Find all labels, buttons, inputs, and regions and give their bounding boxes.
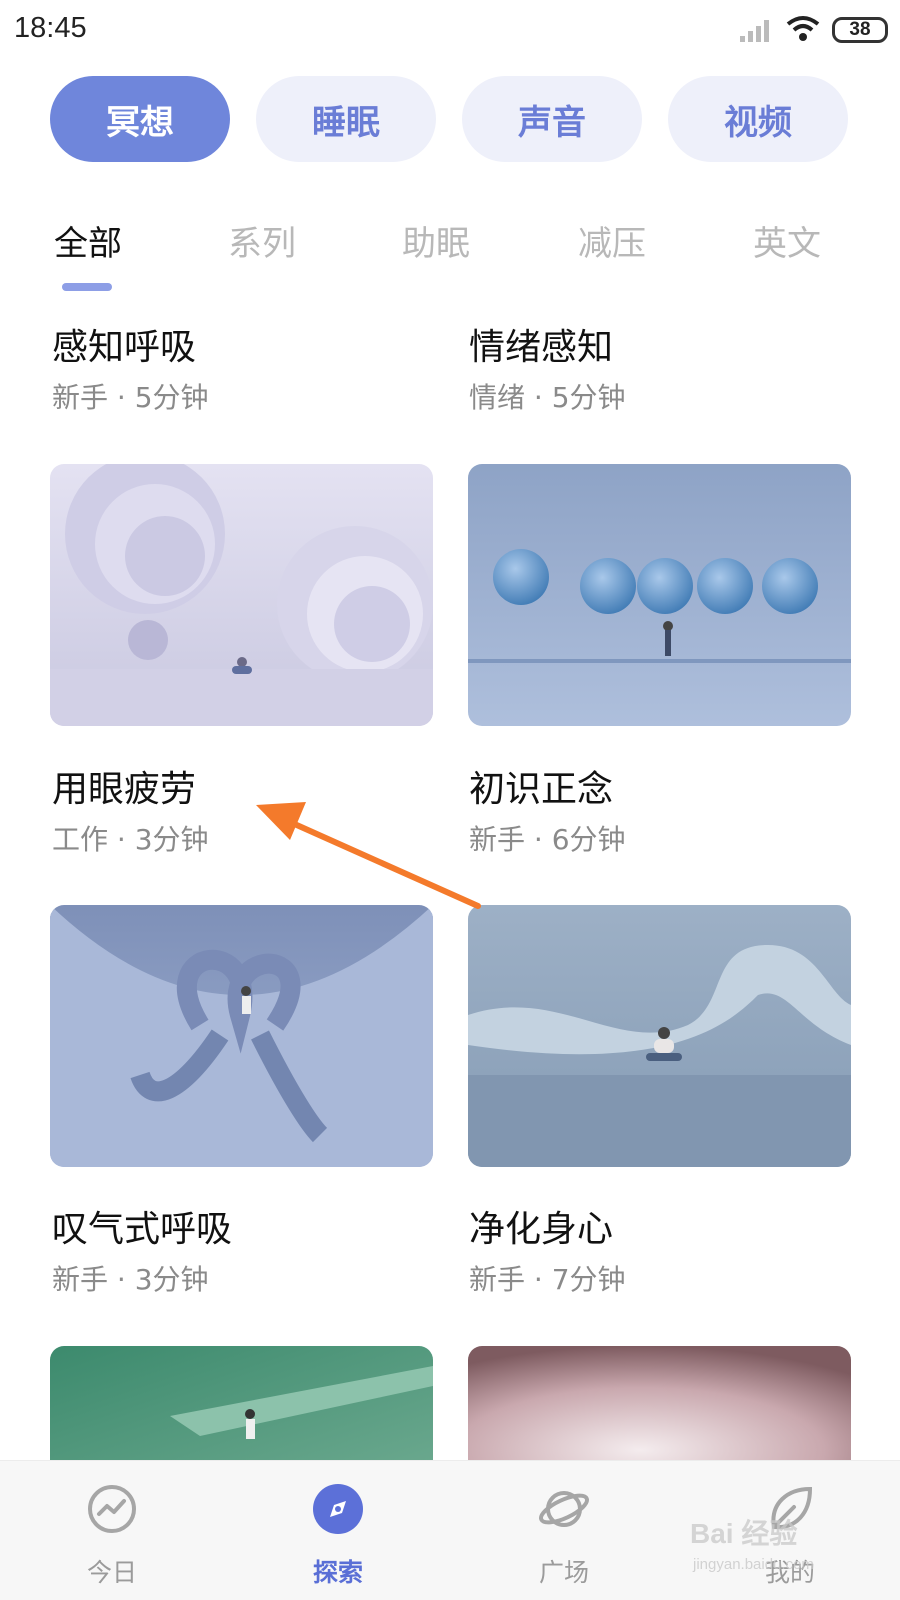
- signal-icon: [740, 20, 769, 42]
- category-sound[interactable]: 声音: [462, 76, 642, 162]
- tab-stress-relief[interactable]: 减压: [578, 216, 646, 265]
- card-title[interactable]: 叹气式呼吸: [52, 1200, 232, 1252]
- nav-explore[interactable]: 探索: [258, 1461, 418, 1600]
- tab-sleep-aid[interactable]: 助眠: [402, 216, 470, 265]
- card-image-eye-fatigue[interactable]: [50, 464, 433, 726]
- battery-icon: 38: [832, 17, 888, 43]
- category-sleep[interactable]: 睡眠: [256, 76, 436, 162]
- watermark-url: jingyan.baidu.com: [693, 1556, 814, 1573]
- card-meta: 情绪 · 5分钟: [469, 381, 626, 414]
- watermark-logo: Bai 经验: [690, 1518, 798, 1549]
- compass-icon: [313, 1484, 363, 1534]
- nav-label: 广场: [538, 1558, 589, 1587]
- category-meditation[interactable]: 冥想: [50, 76, 230, 162]
- card-meta: 新手 · 5分钟: [52, 381, 209, 414]
- card-title[interactable]: 用眼疲劳: [52, 760, 196, 812]
- status-time: 18:45: [14, 12, 87, 44]
- status-bar: 18:45 38: [0, 0, 900, 62]
- nav-label: 探索: [312, 1558, 363, 1587]
- nav-label: 今日: [86, 1558, 137, 1587]
- card-title[interactable]: 情绪感知: [469, 318, 613, 370]
- planet-icon: [539, 1491, 589, 1527]
- nav-today[interactable]: 今日: [32, 1461, 192, 1600]
- card-meta: 新手 · 3分钟: [52, 1263, 209, 1296]
- card-meta: 新手 · 7分钟: [469, 1263, 626, 1296]
- card-meta: 工作 · 3分钟: [52, 823, 209, 856]
- tab-all[interactable]: 全部: [54, 216, 122, 265]
- card-title[interactable]: 感知呼吸: [52, 318, 196, 370]
- wifi-icon: [786, 16, 820, 41]
- tab-series[interactable]: 系列: [228, 216, 296, 265]
- chart-circle-icon: [88, 1485, 136, 1533]
- card-title[interactable]: 初识正念: [469, 760, 613, 812]
- card-image-partial[interactable]: [468, 1346, 851, 1476]
- nav-square[interactable]: 广场: [484, 1461, 644, 1600]
- card-image-purify[interactable]: [468, 905, 851, 1167]
- card-meta: 新手 · 6分钟: [469, 823, 626, 856]
- card-title[interactable]: 净化身心: [469, 1200, 613, 1252]
- category-video[interactable]: 视频: [668, 76, 848, 162]
- card-image-partial[interactable]: [50, 1346, 433, 1476]
- card-image-mindfulness[interactable]: [468, 464, 851, 726]
- card-image-sigh-breathing[interactable]: [50, 905, 433, 1167]
- tab-english[interactable]: 英文: [753, 216, 821, 265]
- tab-indicator: [62, 283, 112, 291]
